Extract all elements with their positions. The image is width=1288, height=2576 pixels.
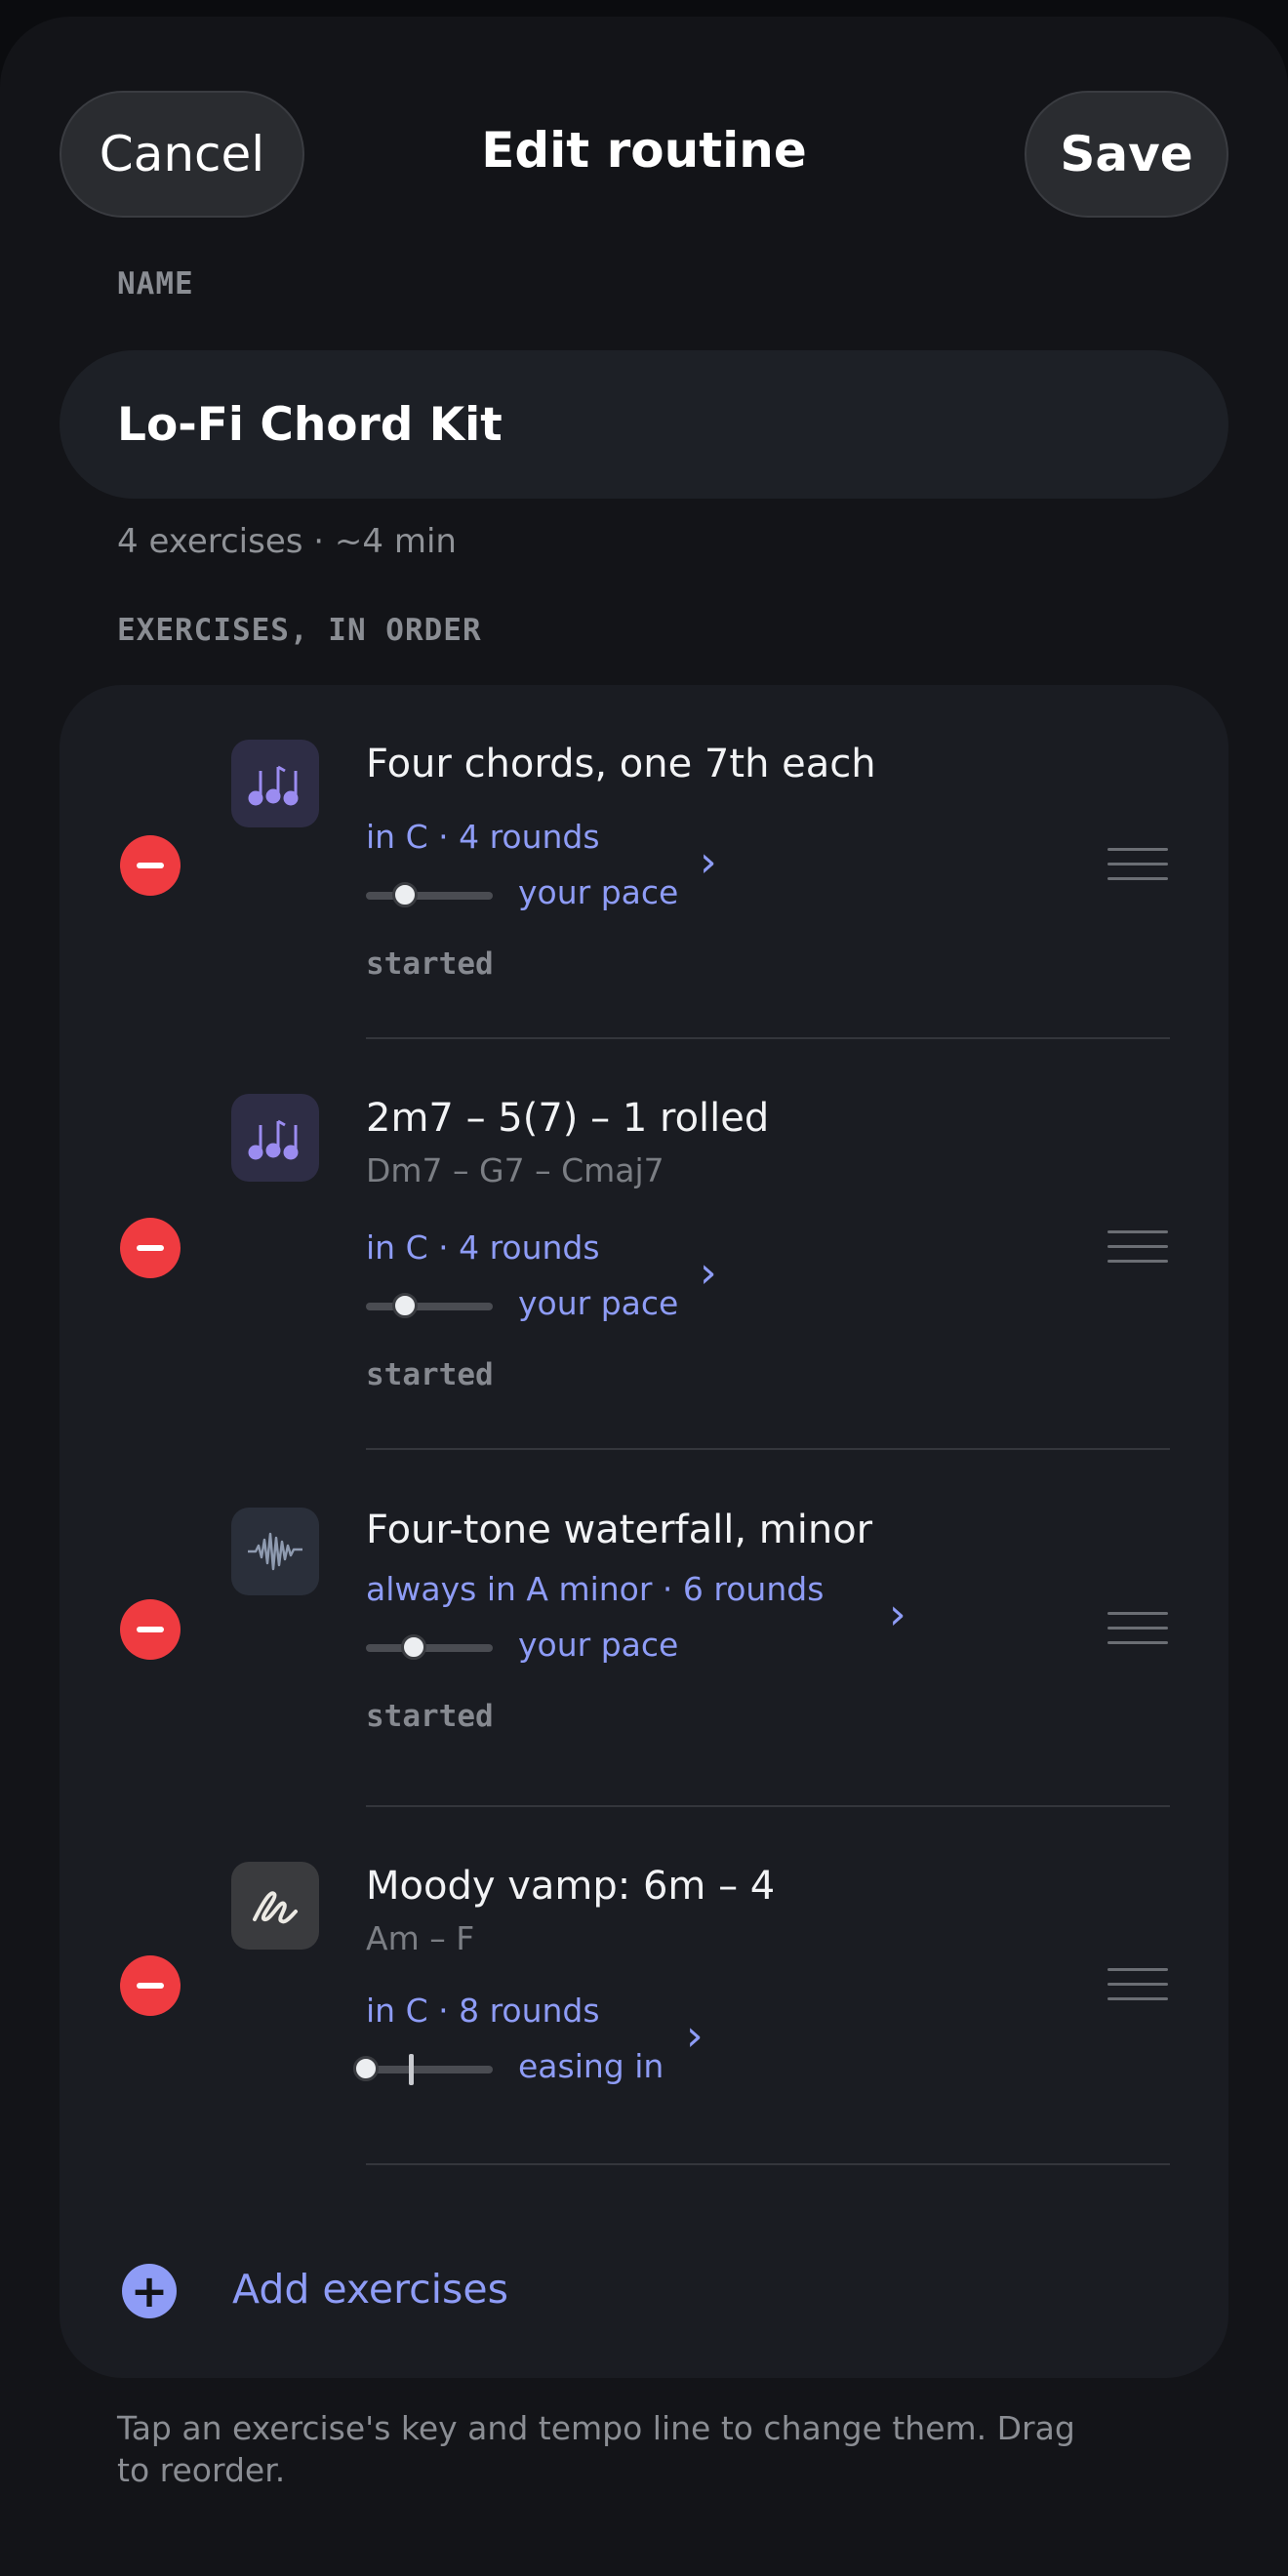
- exercise-status: started: [366, 1699, 494, 1734]
- exercises-section-label: EXERCISES, IN ORDER: [117, 613, 482, 648]
- drag-handle-icon[interactable]: [1107, 1612, 1168, 1645]
- slider-knob[interactable]: [392, 882, 419, 907]
- squiggle-icon: [231, 1862, 319, 1950]
- remove-exercise-button[interactable]: [120, 1218, 181, 1278]
- row-divider: [366, 1448, 1170, 1450]
- exercise-pace[interactable]: easing in: [518, 2047, 664, 2085]
- tempo-slider[interactable]: [366, 1634, 493, 1660]
- waveform-icon: [231, 1508, 319, 1595]
- exercise-title: 2m7 – 5(7) – 1 rolled: [366, 1096, 770, 1141]
- exercise-list-card: Four chords, one 7th each in C · 4 round…: [60, 685, 1228, 2378]
- name-section-label: NAME: [117, 266, 194, 302]
- routine-summary: 4 exercises · ~4 min: [117, 522, 457, 561]
- music-notes-icon: [231, 1094, 319, 1182]
- exercise-key-rounds[interactable]: in C · 4 rounds: [366, 818, 600, 856]
- exercise-chords: Dm7 – G7 – Cmaj7: [366, 1151, 664, 1189]
- routine-name-value: Lo-Fi Chord Kit: [117, 397, 503, 452]
- chevron-right-icon[interactable]: ›: [700, 837, 717, 887]
- remove-exercise-button[interactable]: [120, 1955, 181, 2016]
- plus-icon[interactable]: +: [122, 2264, 177, 2318]
- tempo-slider[interactable]: [366, 882, 493, 907]
- exercise-pace[interactable]: your pace: [518, 1284, 678, 1322]
- exercise-status: started: [366, 946, 494, 982]
- drag-handle-icon[interactable]: [1107, 1230, 1168, 1264]
- row-divider: [366, 2163, 1170, 2165]
- add-exercises-row[interactable]: + Add exercises: [60, 2236, 1228, 2344]
- chevron-right-icon[interactable]: ›: [686, 2011, 704, 2061]
- exercise-pace[interactable]: your pace: [518, 873, 678, 911]
- exercise-row: 2m7 – 5(7) – 1 rolled Dm7 – G7 – Cmaj7 i…: [60, 1041, 1228, 1451]
- routine-name-field[interactable]: Lo-Fi Chord Kit: [60, 350, 1228, 499]
- slider-knob[interactable]: [401, 1634, 427, 1660]
- drag-handle-icon[interactable]: [1107, 1968, 1168, 2001]
- exercise-key-rounds[interactable]: in C · 4 rounds: [366, 1228, 600, 1267]
- exercise-title: Moody vamp: 6m – 4: [366, 1864, 776, 1909]
- help-footnote: Tap an exercise's key and tempo line to …: [117, 2409, 1075, 2489]
- save-button[interactable]: Save: [1025, 91, 1228, 218]
- chevron-right-icon[interactable]: ›: [889, 1590, 906, 1639]
- add-exercises-label[interactable]: Add exercises: [232, 2266, 508, 2313]
- music-notes-icon: [231, 740, 319, 827]
- tempo-slider[interactable]: [353, 2054, 493, 2085]
- exercise-pace[interactable]: your pace: [518, 1626, 678, 1664]
- exercise-row: Four chords, one 7th each in C · 4 round…: [60, 685, 1228, 1041]
- edit-routine-sheet: Cancel Edit routine Save NAME Lo-Fi Chor…: [0, 17, 1288, 2576]
- exercise-key-rounds[interactable]: always in A minor · 6 rounds: [366, 1570, 824, 1608]
- slider-target-tick: [409, 2054, 414, 2085]
- slider-knob[interactable]: [392, 1293, 419, 1318]
- chevron-right-icon[interactable]: ›: [700, 1248, 717, 1298]
- row-divider: [366, 1037, 1170, 1039]
- exercise-chords: Am – F: [366, 1919, 475, 1957]
- remove-exercise-button[interactable]: [120, 835, 181, 896]
- drag-handle-icon[interactable]: [1107, 848, 1168, 881]
- tempo-slider[interactable]: [366, 1293, 493, 1318]
- exercise-status: started: [366, 1357, 494, 1392]
- slider-knob[interactable]: [353, 2056, 379, 2081]
- exercise-row: Four-tone waterfall, minor always in A m…: [60, 1451, 1228, 1807]
- exercise-row: Moody vamp: 6m – 4 Am – F in C · 8 round…: [60, 1807, 1228, 2168]
- remove-exercise-button[interactable]: [120, 1599, 181, 1660]
- exercise-title: Four-tone waterfall, minor: [366, 1508, 873, 1552]
- exercise-title: Four chords, one 7th each: [366, 742, 876, 786]
- exercise-key-rounds[interactable]: in C · 8 rounds: [366, 1992, 600, 2030]
